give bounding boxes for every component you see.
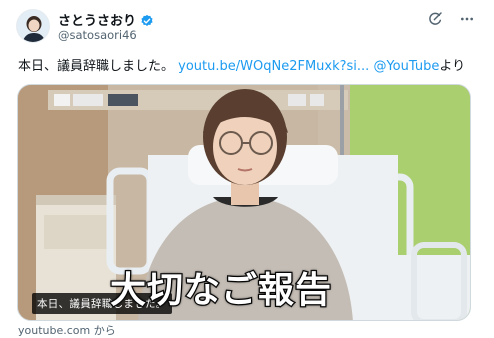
more-icon[interactable] [458,10,476,28]
avatar[interactable] [16,9,50,43]
tweet-link[interactable]: youtu.be/WOqNe2FMuxk?si... [178,59,369,74]
video-overlay-title: 大切なご報告 [109,269,333,313]
tweet-text: 本日、議員辞職しました。 youtu.be/WOqNe2FMuxk?si... … [18,55,488,74]
grok-icon[interactable] [426,10,444,28]
card-domain[interactable]: youtube.com から [18,322,116,338]
tweet-text-suffix: より [439,59,466,74]
author-name-row: さとうさおり [58,10,154,29]
tweet: さとうさおり @satosaori46 本日、議員辞職しました。 youtu.b… [0,0,494,337]
tweet-text-body: 本日、議員辞職しました。 [18,59,175,74]
author-handle[interactable]: @satosaori46 [58,28,137,42]
verified-badge-icon [140,13,154,27]
tweet-top-actions [426,10,476,28]
video-card[interactable]: 本日、議員辞職しました。 大切なご報告 [17,84,471,321]
tweet-mention[interactable]: @YouTube [373,59,439,74]
author-display-name[interactable]: さとうさおり [58,10,136,29]
